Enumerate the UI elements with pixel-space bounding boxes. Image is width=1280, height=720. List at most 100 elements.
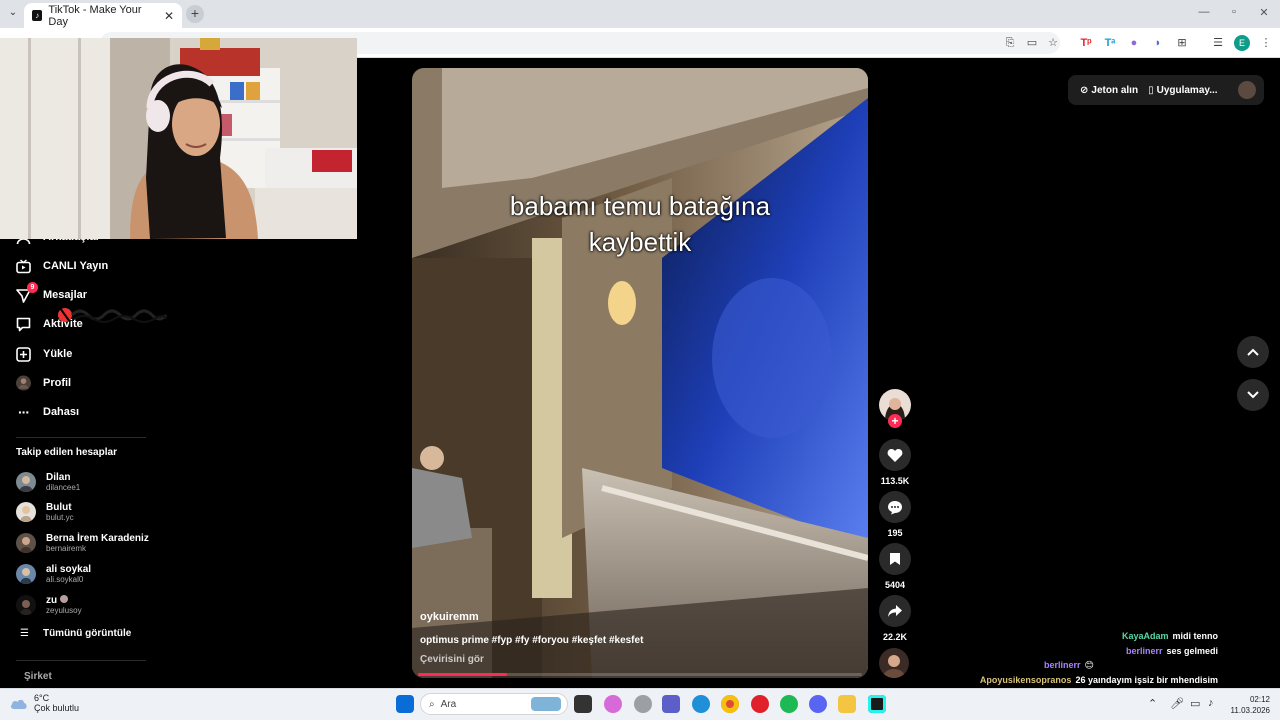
- menu-icon[interactable]: ⋮: [1258, 35, 1274, 51]
- phone-icon: ▯: [1148, 84, 1154, 96]
- account-name: Dilan: [46, 471, 71, 483]
- following-account[interactable]: ali soykal ali.soykal0: [16, 561, 91, 587]
- sidebar-item-live[interactable]: CANLI Yayın: [16, 255, 108, 277]
- video-player[interactable]: [412, 68, 868, 678]
- account-handle: zeyulusoy: [46, 605, 82, 615]
- see-all-button[interactable]: ☰ Tümünü görüntüle: [20, 628, 131, 639]
- save-button[interactable]: [879, 543, 911, 575]
- caption-line: kaybettik: [588, 227, 692, 257]
- follow-plus-icon[interactable]: +: [888, 414, 902, 428]
- bookmark-star-icon[interactable]: ☆: [1045, 35, 1061, 51]
- avatar: [16, 533, 36, 553]
- start-button[interactable]: [396, 695, 414, 713]
- video-description: optimus prime #fyp #fy #foryou #keşfet #…: [420, 635, 644, 646]
- sidebar-item-label: CANLI Yayın: [43, 260, 109, 272]
- like-count: 113.5K: [880, 476, 910, 486]
- video-progress-bar[interactable]: [418, 673, 862, 676]
- weather-widget[interactable]: 6°C Çok bulutlu: [10, 693, 79, 713]
- chrome-icon[interactable]: [721, 695, 739, 713]
- weather-temp: 6°C: [34, 693, 50, 703]
- extension-icon[interactable]: ◗: [1150, 35, 1166, 51]
- microphone-icon[interactable]: 🎤︎: [1170, 697, 1184, 710]
- chat-user: berlinerr: [1044, 660, 1081, 670]
- list-icon: ☰: [20, 628, 29, 639]
- file-explorer-icon[interactable]: [838, 695, 856, 713]
- avatar: [16, 564, 36, 584]
- close-tab-icon[interactable]: ✕: [164, 9, 174, 23]
- extension-icon[interactable]: ●: [1126, 35, 1142, 51]
- see-translation-link[interactable]: Çevirisini gör: [420, 654, 484, 665]
- following-account[interactable]: zu zeyulusoy: [16, 592, 82, 618]
- get-coins-button[interactable]: ⊘ Jeton alın: [1080, 85, 1138, 96]
- account-name: zu: [46, 594, 82, 606]
- sidebar-item-profile[interactable]: Profil: [16, 372, 71, 394]
- settings-gear-icon[interactable]: [634, 695, 652, 713]
- opera-icon[interactable]: [751, 695, 769, 713]
- weather-desc: Çok bulutlu: [34, 703, 80, 713]
- extensions-puzzle-icon[interactable]: ⊞: [1174, 35, 1190, 51]
- extension-icon[interactable]: Tᵃ: [1102, 35, 1118, 51]
- network-icon[interactable]: ▭: [1190, 697, 1200, 710]
- cloud-icon: [10, 699, 27, 709]
- comment-button[interactable]: [879, 491, 911, 523]
- taskbar-search[interactable]: ⌕ Ara: [420, 693, 568, 715]
- get-app-button[interactable]: ▯ Uygulamay...: [1148, 85, 1217, 96]
- chat-user: KayaAdam: [1121, 631, 1169, 641]
- chat-text: midi tenno: [1172, 631, 1219, 641]
- like-button[interactable]: [879, 439, 911, 471]
- chat-text: 26 yaındayım işsiz bir mhendisim: [1075, 675, 1218, 685]
- music-disc-icon[interactable]: [879, 648, 909, 678]
- volume-icon[interactable]: ♪: [1208, 697, 1214, 709]
- teams-icon[interactable]: [662, 695, 680, 713]
- chat-message: KayaAdam midi tenno: [1122, 631, 1218, 641]
- previous-video-button[interactable]: [1237, 336, 1269, 368]
- divider: [16, 660, 146, 661]
- discord-icon[interactable]: [809, 695, 827, 713]
- get-app-label: Uygulamay...: [1156, 84, 1218, 96]
- profile-avatar[interactable]: E: [1234, 35, 1250, 51]
- account-name: Berna İrem Karadeniz: [46, 532, 149, 544]
- spotify-icon[interactable]: [780, 695, 798, 713]
- share-button[interactable]: [879, 595, 911, 627]
- close-window-icon[interactable]: ✕: [1254, 6, 1274, 19]
- translate-icon[interactable]: ⎘: [1002, 35, 1018, 51]
- profile-icon: [16, 375, 31, 391]
- activity-icon: [16, 317, 31, 332]
- taskbar-clock[interactable]: 02:12 11.03.2026: [1226, 694, 1270, 716]
- account-handle: ali.soykal0: [46, 574, 84, 584]
- user-avatar[interactable]: [1238, 81, 1256, 99]
- maximize-icon[interactable]: ▫: [1224, 6, 1244, 18]
- following-account[interactable]: Bulut bulut.yc: [16, 499, 74, 525]
- messages-icon: 9: [16, 281, 38, 303]
- avatar: [16, 472, 36, 492]
- following-account[interactable]: Berna İrem Karadeniz bernairemk: [16, 530, 149, 556]
- company-link[interactable]: Şirket: [24, 671, 52, 682]
- cast-icon[interactable]: ▭: [1024, 35, 1040, 51]
- chat-text: 😊: [1084, 660, 1094, 670]
- account-handle: bulut.yc: [46, 512, 74, 522]
- edge-icon[interactable]: [692, 695, 710, 713]
- tiktok-app-icon[interactable]: [868, 695, 886, 713]
- caption-line: babamı temu batağına: [509, 191, 771, 221]
- extension-icon[interactable]: Tᵖ: [1078, 35, 1094, 51]
- video-author[interactable]: oykuiremm: [420, 611, 479, 623]
- clock-date: 11.03.2026: [1230, 706, 1270, 715]
- next-video-button[interactable]: [1237, 379, 1269, 411]
- copilot-icon[interactable]: [604, 695, 622, 713]
- task-view-icon[interactable]: [574, 695, 592, 713]
- sidebar-item-upload[interactable]: Yükle: [16, 343, 72, 365]
- sidebar-item-more[interactable]: ··· Dahası: [16, 401, 79, 423]
- search-placeholder: Ara: [440, 698, 457, 710]
- tab-search-icon[interactable]: ⌄: [6, 6, 20, 20]
- chevron-down-icon: [1247, 391, 1259, 399]
- new-tab-button[interactable]: +: [186, 5, 204, 23]
- sidebar-item-messages[interactable]: 9 Mesajlar: [16, 281, 87, 306]
- following-account[interactable]: Dilan dilancee1: [16, 469, 80, 495]
- minimize-icon[interactable]: —: [1194, 6, 1214, 18]
- message-count-badge: 9: [27, 281, 38, 293]
- browser-tab[interactable]: ♪ TikTok - Make Your Day ✕: [24, 3, 182, 28]
- account-name-text: zu: [46, 594, 58, 606]
- tray-chevron-up-icon[interactable]: ⌃: [1148, 697, 1157, 710]
- chat-text: ses gelmedi: [1166, 646, 1218, 656]
- reading-list-icon[interactable]: ☰: [1210, 35, 1226, 51]
